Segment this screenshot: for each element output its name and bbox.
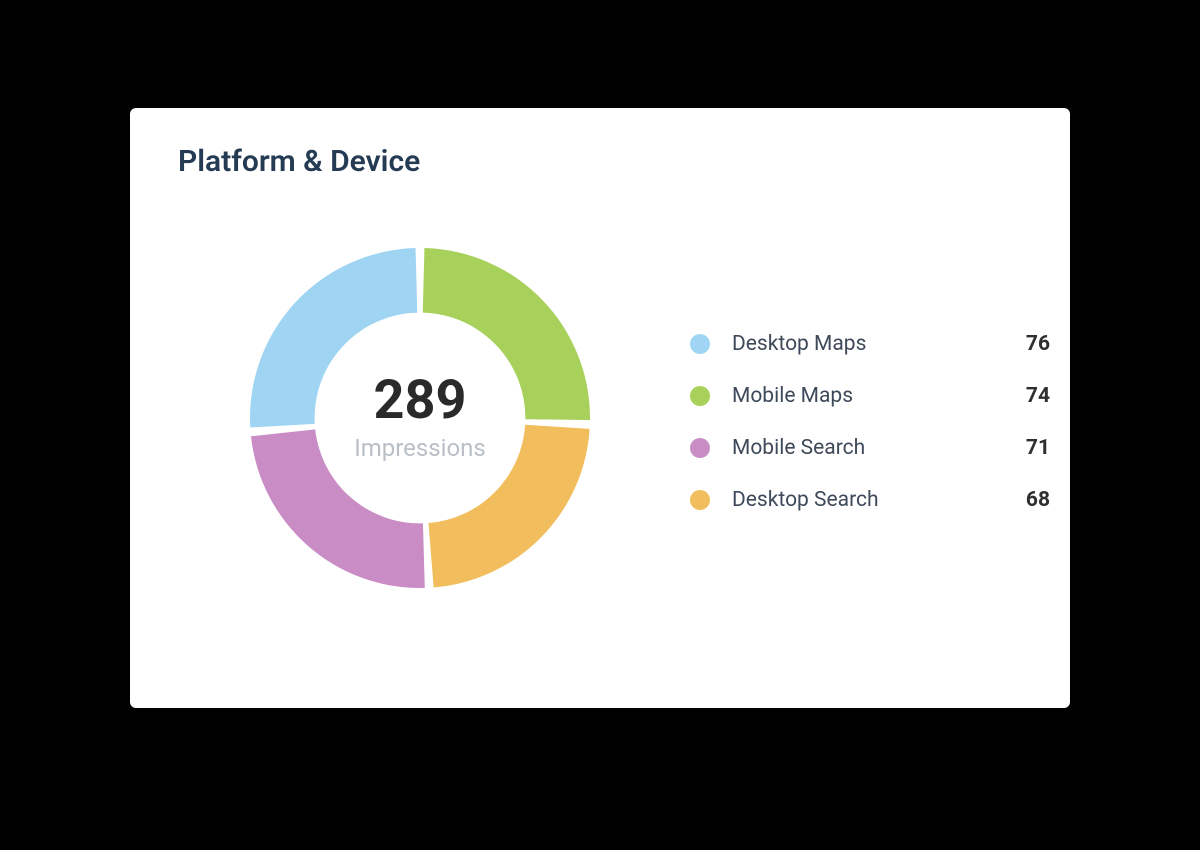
legend: Desktop Maps 76 Mobile Maps 74 Mobile Se… xyxy=(690,318,1050,526)
legend-swatch-icon xyxy=(690,438,710,458)
legend-value: 76 xyxy=(1002,332,1050,356)
legend-value: 71 xyxy=(1002,436,1050,460)
donut-slice xyxy=(251,429,425,588)
legend-item: Desktop Search 68 xyxy=(690,474,1050,526)
card-title: Platform & Device xyxy=(178,144,420,179)
legend-item: Desktop Maps 76 xyxy=(690,318,1050,370)
legend-item: Mobile Search 71 xyxy=(690,422,1050,474)
legend-label: Desktop Maps xyxy=(732,332,1002,356)
donut-chart: 289 Impressions xyxy=(230,228,610,608)
donut-svg xyxy=(230,228,610,608)
donut-slice xyxy=(250,248,417,427)
legend-item: Mobile Maps 74 xyxy=(690,370,1050,422)
legend-value: 74 xyxy=(1002,384,1050,408)
donut-slice xyxy=(423,248,590,420)
platform-device-card: Platform & Device 289 Impressions Deskto… xyxy=(130,108,1070,708)
legend-label: Desktop Search xyxy=(732,488,1002,512)
legend-swatch-icon xyxy=(690,386,710,406)
donut-slice xyxy=(428,425,589,588)
legend-value: 68 xyxy=(1002,488,1050,512)
legend-label: Mobile Search xyxy=(732,436,1002,460)
legend-label: Mobile Maps xyxy=(732,384,1002,408)
legend-swatch-icon xyxy=(690,334,710,354)
legend-swatch-icon xyxy=(690,490,710,510)
